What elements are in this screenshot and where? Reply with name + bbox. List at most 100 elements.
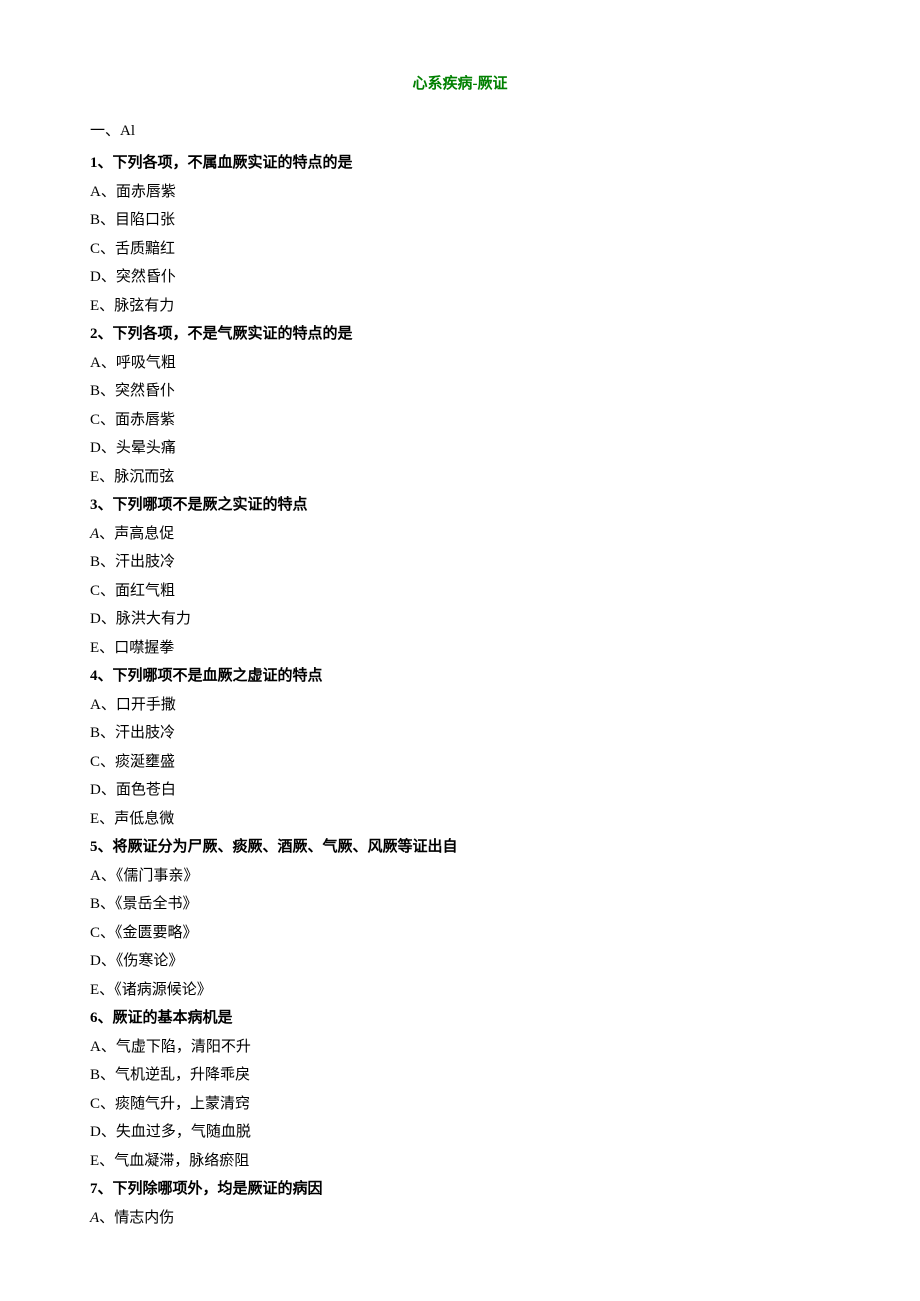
option-letter: D <box>90 1124 101 1140</box>
option: C、面赤唇紫 <box>90 406 830 435</box>
option-text: 汗出肢冷 <box>115 725 175 741</box>
option-letter: E <box>90 1153 99 1169</box>
section-label: 一、Al <box>90 117 830 146</box>
option-letter: E <box>90 811 99 827</box>
option-letter: B <box>90 383 100 399</box>
option-separator: 、 <box>100 925 115 941</box>
option-text: 痰涎壅盛 <box>115 754 175 770</box>
option-letter: A <box>90 355 101 371</box>
option: B、气机逆乱，升降乖戾 <box>90 1061 830 1090</box>
option: E、气血凝滞，脉络瘀阻 <box>90 1147 830 1176</box>
option-text: 《伤寒论》 <box>116 953 184 969</box>
option-letter: E <box>90 640 99 656</box>
option-separator: 、 <box>99 526 114 542</box>
option-separator: 、 <box>100 754 115 770</box>
option: D、突然昏仆 <box>90 263 830 292</box>
option-separator: 、 <box>99 1153 114 1169</box>
option-letter: C <box>90 925 100 941</box>
option-separator: 、 <box>101 269 116 285</box>
option: A、口开手撒 <box>90 691 830 720</box>
option-separator: 、 <box>99 469 114 485</box>
option-separator: 、 <box>100 241 115 257</box>
option-letter: C <box>90 1096 100 1112</box>
option-separator: 、 <box>100 212 115 228</box>
option-text: 脉洪大有力 <box>116 611 191 627</box>
option-letter: E <box>90 982 99 998</box>
option-separator: 、 <box>101 782 116 798</box>
option-separator: 、 <box>101 1039 116 1055</box>
option-separator: 、 <box>101 953 116 969</box>
option-text: 头晕头痛 <box>116 440 176 456</box>
option-text: 舌质黯红 <box>115 241 175 257</box>
option-text: 脉沉而弦 <box>114 469 174 485</box>
option-letter: A <box>90 184 101 200</box>
option-letter: D <box>90 782 101 798</box>
option: B、突然昏仆 <box>90 377 830 406</box>
option-letter: D <box>90 269 101 285</box>
option-text: 气血凝滞，脉络瘀阻 <box>114 1153 249 1169</box>
option-text: 目陷口张 <box>115 212 175 228</box>
option: E、脉沉而弦 <box>90 463 830 492</box>
option: A、《儒门事亲》 <box>90 862 830 891</box>
option-text: 《金匮要略》 <box>115 925 198 941</box>
option-text: 汗出肢冷 <box>115 554 175 570</box>
option: E、脉弦有力 <box>90 292 830 321</box>
option-letter: A <box>90 1039 101 1055</box>
question-stem: 7、下列除哪项外，均是厥证的病因 <box>90 1175 830 1204</box>
option-separator: 、 <box>101 184 116 200</box>
option: C、痰随气升，上蒙清窍 <box>90 1090 830 1119</box>
option-text: 痰随气升，上蒙清窍 <box>115 1096 250 1112</box>
option: E、《诸病源候论》 <box>90 976 830 1005</box>
option-separator: 、 <box>100 896 115 912</box>
option-letter: A <box>90 1210 99 1226</box>
option-letter: D <box>90 611 101 627</box>
option-letter: B <box>90 554 100 570</box>
option: B、《景岳全书》 <box>90 890 830 919</box>
option-separator: 、 <box>101 440 116 456</box>
option-text: 声高息促 <box>114 526 174 542</box>
option: C、舌质黯红 <box>90 235 830 264</box>
option-separator: 、 <box>100 383 115 399</box>
option-separator: 、 <box>100 1096 115 1112</box>
option-text: 气虚下陷，清阳不升 <box>116 1039 251 1055</box>
option-letter: D <box>90 953 101 969</box>
option-separator: 、 <box>100 554 115 570</box>
option-separator: 、 <box>101 697 116 713</box>
question-stem: 1、下列各项，不属血厥实证的特点的是 <box>90 149 830 178</box>
option-text: 呼吸气粗 <box>116 355 176 371</box>
option-text: 气机逆乱，升降乖戾 <box>115 1067 250 1083</box>
question-stem: 2、下列各项，不是气厥实证的特点的是 <box>90 320 830 349</box>
question-stem: 5、将厥证分为尸厥、痰厥、酒厥、气厥、风厥等证出自 <box>90 833 830 862</box>
option-text: 声低息微 <box>114 811 174 827</box>
option: C、《金匮要略》 <box>90 919 830 948</box>
option: B、汗出肢冷 <box>90 548 830 577</box>
option-letter: E <box>90 469 99 485</box>
option: D、面色苍白 <box>90 776 830 805</box>
option: D、《伤寒论》 <box>90 947 830 976</box>
option-letter: D <box>90 440 101 456</box>
option-letter: A <box>90 526 99 542</box>
option-text: 突然昏仆 <box>116 269 176 285</box>
option-letter: C <box>90 412 100 428</box>
option-text: 面赤唇紫 <box>116 184 176 200</box>
option-separator: 、 <box>99 811 114 827</box>
option: A、气虚下陷，清阳不升 <box>90 1033 830 1062</box>
option-text: 《景岳全书》 <box>115 896 198 912</box>
option: A、面赤唇紫 <box>90 178 830 207</box>
option-separator: 、 <box>100 725 115 741</box>
option-text: 《儒门事亲》 <box>116 868 199 884</box>
option-separator: 、 <box>101 868 116 884</box>
option-separator: 、 <box>99 298 114 314</box>
option-letter: A <box>90 697 101 713</box>
option-letter: C <box>90 241 100 257</box>
option: E、声低息微 <box>90 805 830 834</box>
option-separator: 、 <box>99 640 114 656</box>
question-stem: 3、下列哪项不是厥之实证的特点 <box>90 491 830 520</box>
page-title: 心系疾病-厥证 <box>90 70 830 99</box>
question-stem: 4、下列哪项不是血厥之虚证的特点 <box>90 662 830 691</box>
option: A、呼吸气粗 <box>90 349 830 378</box>
option-separator: 、 <box>99 982 114 998</box>
option-text: 《诸病源候论》 <box>114 982 212 998</box>
option: D、脉洪大有力 <box>90 605 830 634</box>
option-text: 口开手撒 <box>116 697 176 713</box>
